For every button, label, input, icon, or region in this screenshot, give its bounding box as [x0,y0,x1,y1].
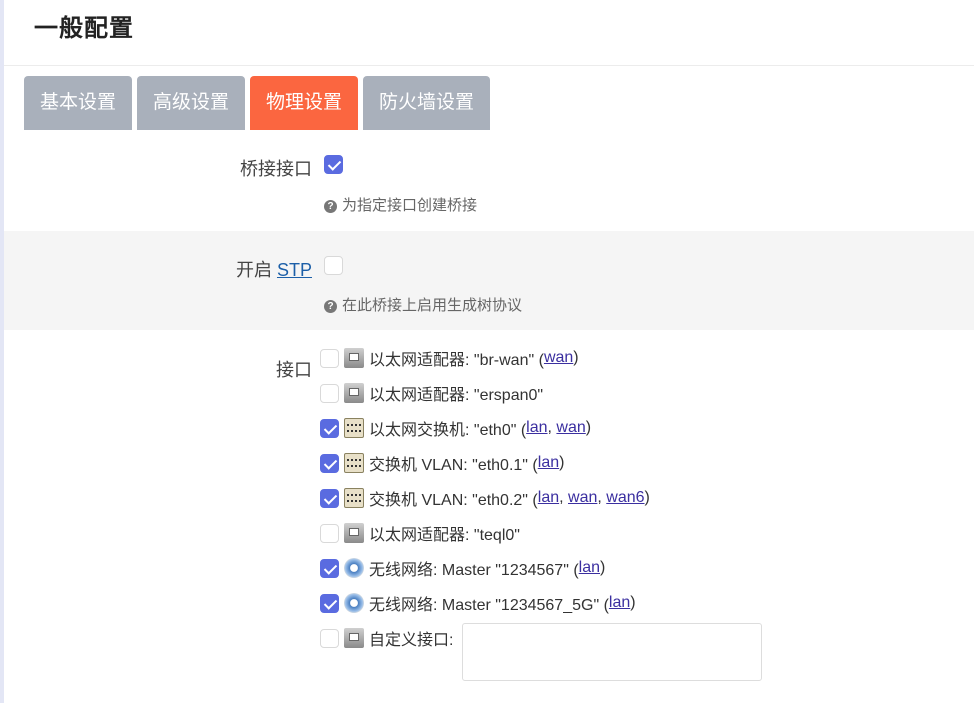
custom-interface-checkbox[interactable] [320,628,339,648]
bridge-checkbox[interactable] [324,155,343,174]
stp-link[interactable]: STP [277,260,312,280]
interface-text: 以太网交换机: "eth0" ( [369,422,527,439]
interface-checkbox[interactable] [320,488,339,508]
ethernet-adapter-icon [344,383,364,403]
network-link-wan[interactable]: wan [568,489,597,507]
interface-text: 无线网络: Master "1234567" ( [369,562,579,579]
interface-suffix: ) [585,419,592,436]
custom-interface-input[interactable] [462,623,762,681]
interface-text: 交换机 VLAN: "eth0.1" ( [369,457,538,474]
interface-checkbox[interactable] [320,348,339,368]
interface-text: 以太网适配器: "br-wan" ( [369,352,544,369]
switch-icon [344,488,364,508]
network-link-lan[interactable]: lan [526,419,547,437]
bridge-help: ? 为指定接口创建桥接 [324,194,477,215]
left-accent-bar [0,0,4,703]
interface-text: 以太网适配器: "erspan0" [369,387,544,404]
interface-item: 交换机 VLAN: "eth0.1" (lan) [320,452,564,474]
interface-item: 以太网交换机: "eth0" (lan, wan) [320,417,591,439]
interface-text: 交换机 VLAN: "eth0.2" ( [369,492,538,509]
tab-bar: 基本设置 高级设置 物理设置 防火墙设置 [24,76,491,130]
bridge-label: 桥接接口 [240,159,312,179]
switch-icon [344,453,364,473]
stp-checkbox[interactable] [324,256,343,275]
interface-item: 交换机 VLAN: "eth0.2" (lan, wan, wan6) [320,487,650,509]
wireless-icon [344,558,364,578]
interface-item: 以太网适配器: "br-wan" (wan) [320,347,579,369]
network-separator: , [597,489,607,506]
interfaces-label: 接口 [276,360,312,380]
network-link-wan[interactable]: wan [544,349,573,367]
network-link-wan[interactable]: wan [556,419,585,437]
ethernet-adapter-icon [344,628,364,648]
interface-checkbox[interactable] [320,593,339,613]
tab-firewall-settings[interactable]: 防火墙设置 [363,76,491,130]
interface-item: 无线网络: Master "1234567" (lan) [320,557,605,579]
page-title: 一般配置 [34,15,134,42]
help-icon: ? [324,300,337,313]
title-divider [4,65,974,66]
stp-label: 开启 STP [236,256,312,282]
network-link-lan[interactable]: lan [538,454,559,472]
interface-checkbox[interactable] [320,418,339,438]
tab-advanced-settings[interactable]: 高级设置 [137,76,246,130]
custom-interface-label: 自定义接口: [369,632,454,649]
interface-suffix: ) [644,489,650,506]
interface-checkbox[interactable] [320,558,339,578]
network-separator: , [559,489,569,506]
interface-item: 以太网适配器: "teql0" [320,522,520,544]
help-icon: ? [324,200,337,213]
switch-icon [344,418,364,438]
tab-basic-settings[interactable]: 基本设置 [24,76,133,130]
interface-checkbox[interactable] [320,383,339,403]
bridge-row: 桥接接口 ? 为指定接口创建桥接 [4,131,974,231]
network-link-wan6[interactable]: wan6 [606,489,644,507]
wireless-icon [344,593,364,613]
interface-item: 以太网适配器: "erspan0" [320,382,543,404]
network-link-lan[interactable]: lan [579,559,600,577]
ethernet-adapter-icon [344,523,364,543]
stp-label-prefix: 开启 [235,260,277,280]
interface-suffix: ) [630,594,636,611]
stp-row: 开启 STP ? 在此桥接上启用生成树协议 [4,231,974,330]
interface-suffix: ) [600,559,606,576]
network-link-lan[interactable]: lan [609,594,630,612]
tab-physical-settings[interactable]: 物理设置 [250,76,359,130]
interface-suffix: ) [573,349,579,366]
interface-checkbox[interactable] [320,453,339,473]
ethernet-adapter-icon [344,348,364,368]
interface-text: 无线网络: Master "1234567_5G" ( [369,597,609,614]
stp-help-text: 在此桥接上启用生成树协议 [342,297,523,314]
interface-item: 无线网络: Master "1234567_5G" (lan) [320,592,636,614]
stp-help: ? 在此桥接上启用生成树协议 [324,294,522,315]
bridge-help-text: 为指定接口创建桥接 [342,197,478,214]
interface-text: 以太网适配器: "teql0" [369,527,520,544]
custom-interface-row: 自定义接口: [320,627,453,649]
interface-checkbox[interactable] [320,523,339,543]
network-link-lan[interactable]: lan [538,489,559,507]
interface-suffix: ) [559,454,565,471]
